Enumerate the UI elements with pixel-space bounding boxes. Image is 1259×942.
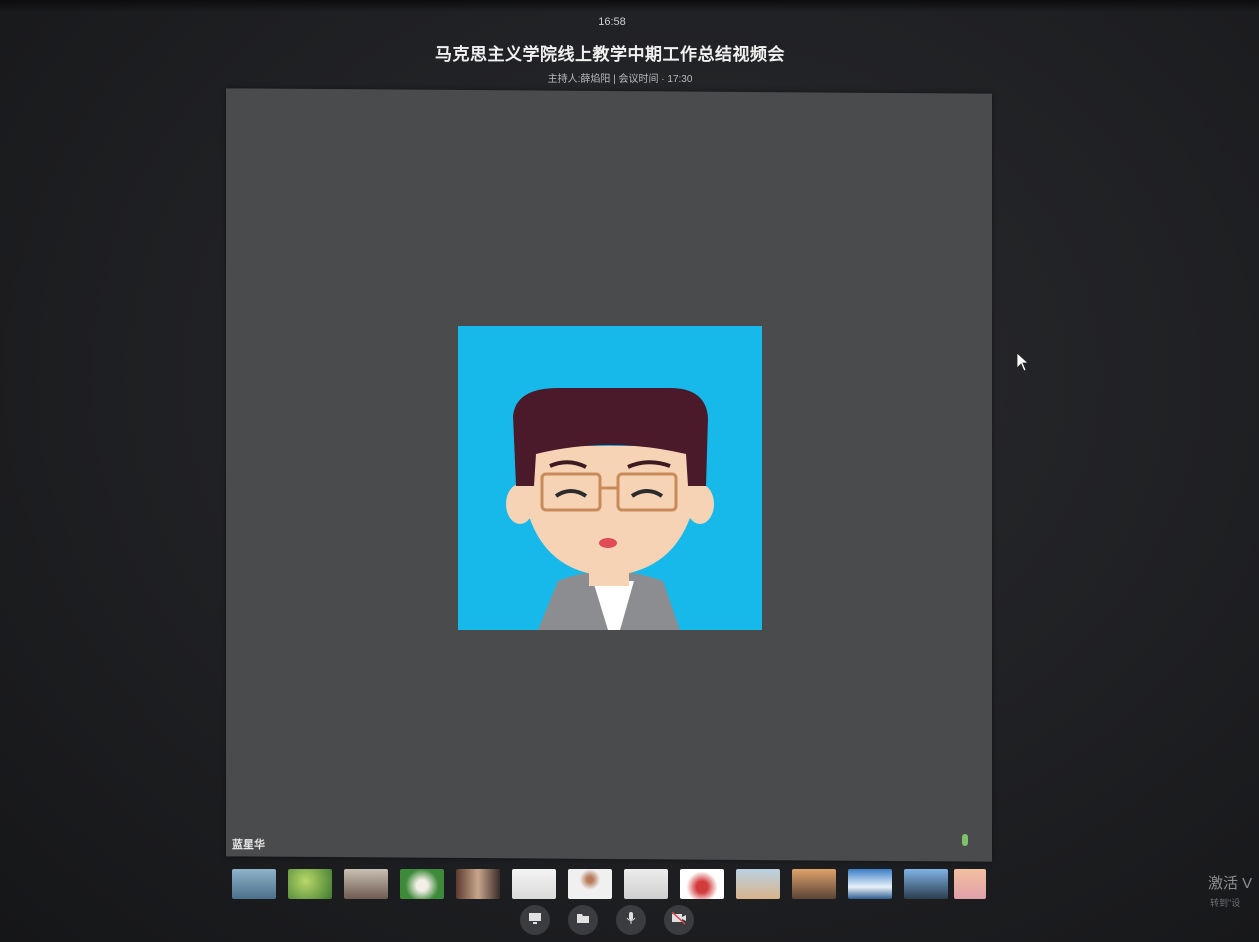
participant-thumbnail[interactable]: [400, 869, 444, 899]
participant-thumbnail[interactable]: [680, 869, 724, 899]
microphone-button[interactable]: [616, 905, 646, 935]
camera-off-icon: [671, 910, 687, 930]
participant-thumbnail[interactable]: [344, 869, 388, 899]
participant-thumbnail[interactable]: [792, 869, 836, 899]
camera-button[interactable]: [664, 905, 694, 935]
active-speaker-name: 蓝星华: [232, 839, 265, 851]
cartoon-avatar-icon: [458, 326, 762, 630]
participant-thumbnail[interactable]: [456, 869, 500, 899]
participant-thumbnail[interactable]: [232, 869, 276, 899]
meeting-subtitle: 主持人:薛焰阳 | 会议时间 · 17:30: [547, 74, 693, 85]
meeting-title: 马克思主义学院线上教学中期工作总结视频会: [435, 45, 785, 64]
participant-thumbnail[interactable]: [624, 869, 668, 899]
participant-thumbnail[interactable]: [512, 869, 556, 899]
participant-thumbnail[interactable]: [736, 869, 780, 899]
screen-share-button[interactable]: [520, 905, 550, 935]
participant-strip: [226, 865, 992, 903]
mouse-cursor-icon: [1016, 352, 1030, 377]
participant-thumbnail[interactable]: [568, 869, 612, 899]
screen-share-icon: [528, 911, 542, 930]
folder-icon: [576, 911, 590, 930]
participant-thumbnail[interactable]: [848, 869, 892, 899]
clock-time: 16:58: [598, 16, 626, 28]
mic-level-icon: [962, 834, 968, 846]
meeting-controls: [516, 903, 716, 942]
microphone-icon: [624, 911, 638, 930]
files-button[interactable]: [568, 905, 598, 935]
activation-watermark-subtext: 转到"设: [1210, 898, 1241, 908]
top-band: [0, 0, 1259, 12]
participant-thumbnail[interactable]: [904, 869, 948, 899]
participant-thumbnail[interactable]: [288, 869, 332, 899]
activation-watermark: 激活 V: [1208, 875, 1253, 892]
participant-thumbnail[interactable]: [954, 869, 986, 899]
